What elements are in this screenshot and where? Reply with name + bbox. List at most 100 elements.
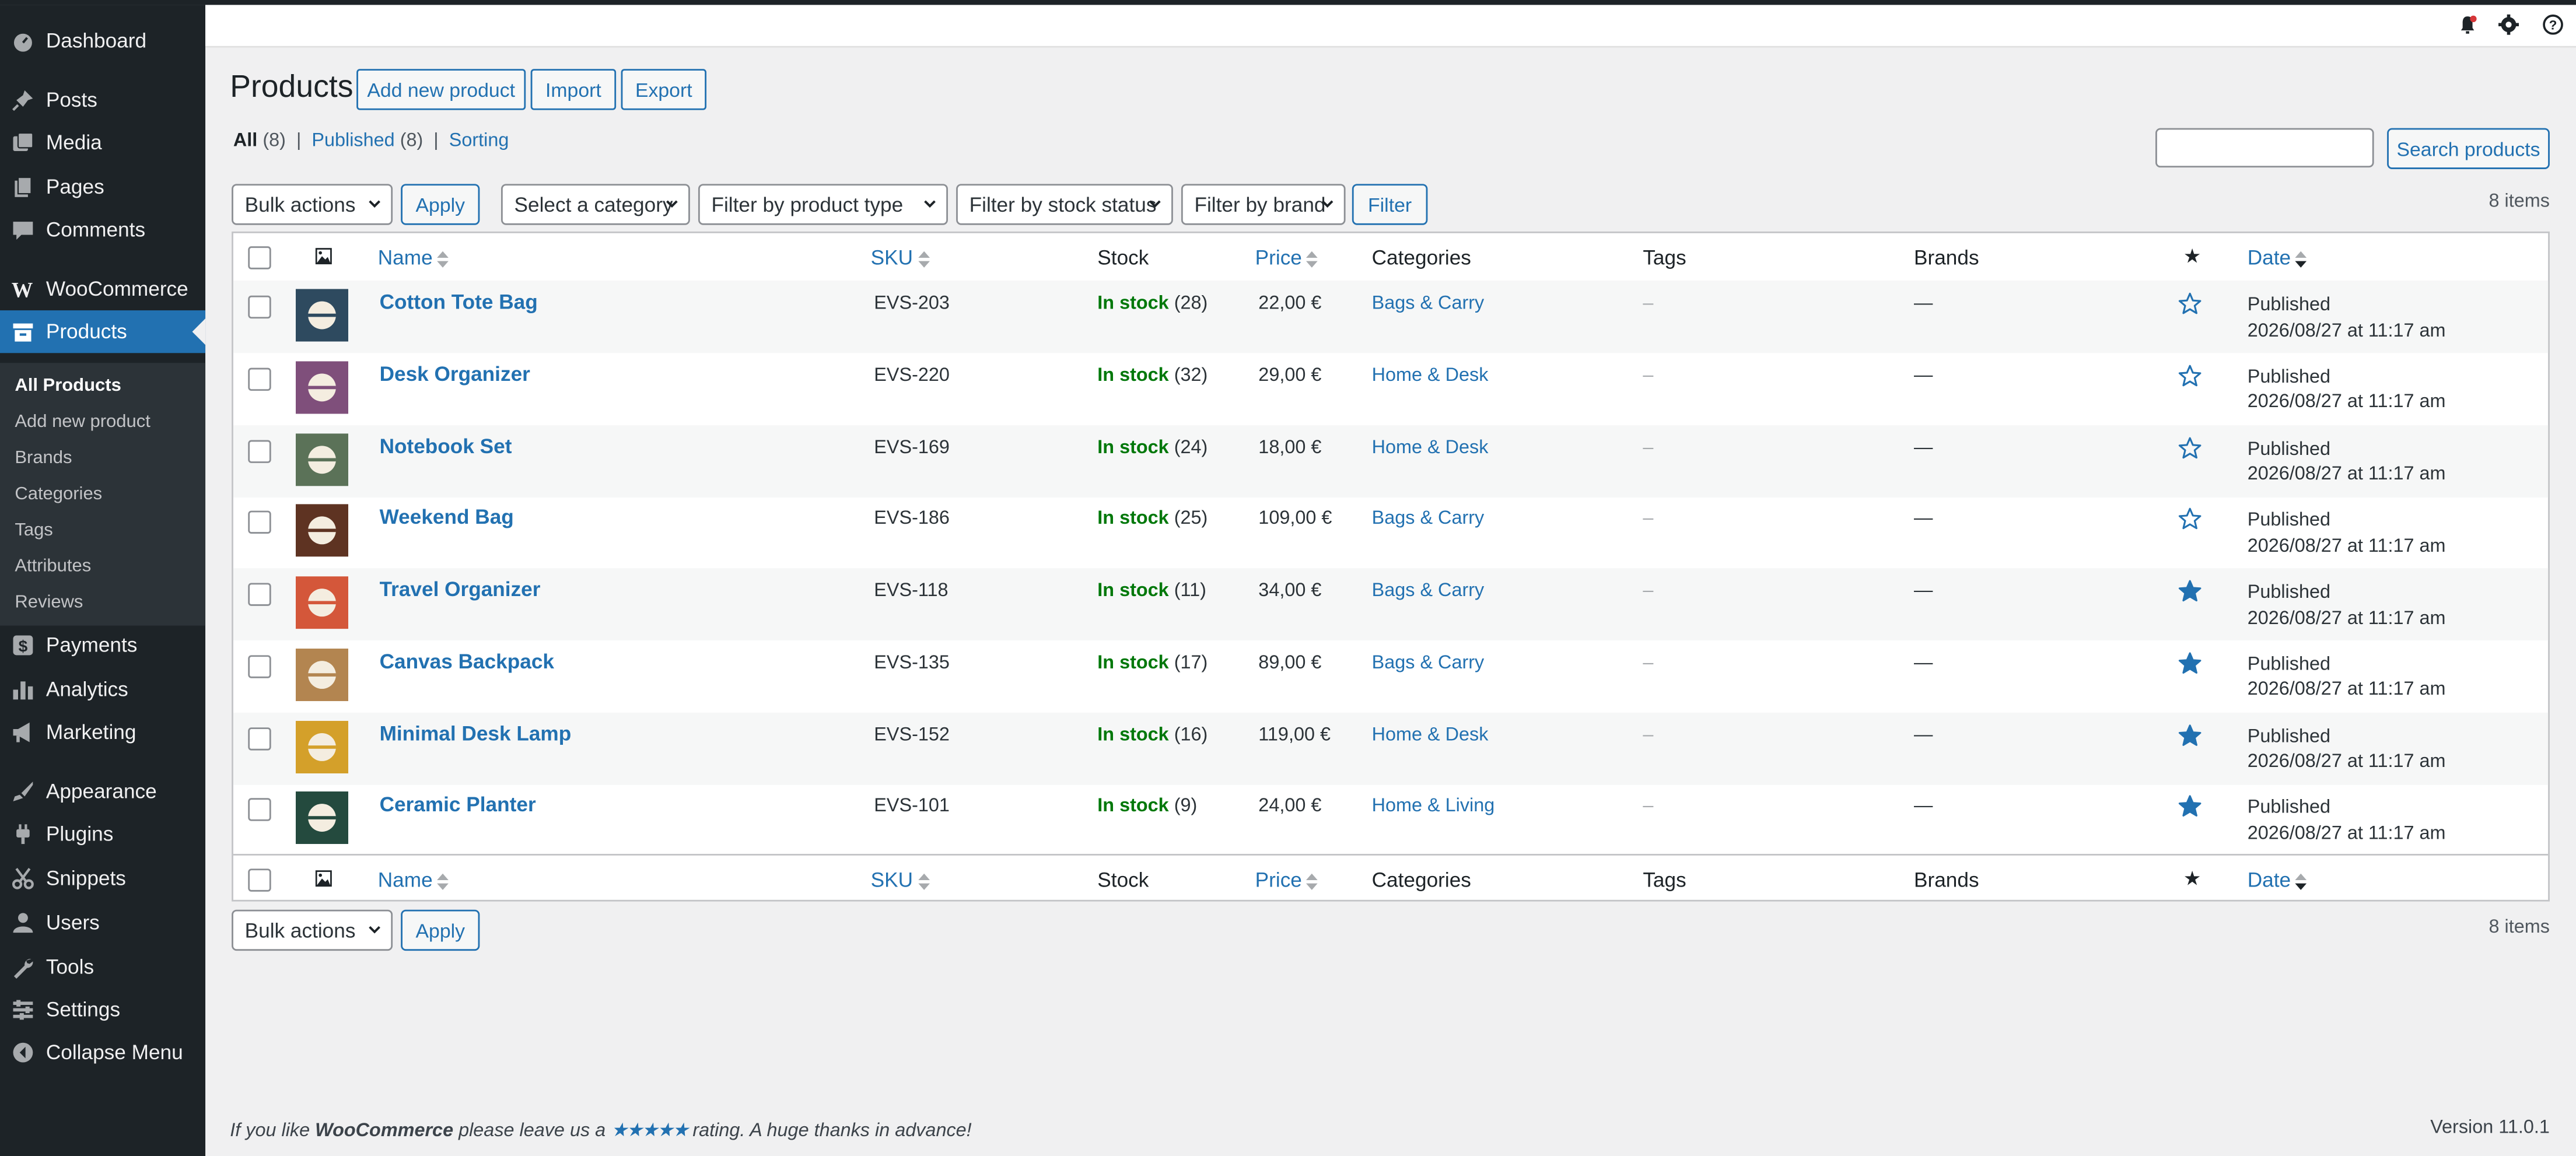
submenu-item-categories[interactable]: Categories — [15, 485, 102, 505]
sidebar-item-posts[interactable]: Posts — [0, 79, 205, 121]
settings-icon — [12, 999, 34, 1021]
sidebar-item-products[interactable]: Products — [0, 310, 206, 353]
submenu-item-brands[interactable]: Brands — [15, 449, 72, 468]
add-new-product-button[interactable]: Add new product — [356, 69, 526, 110]
sidebar-item-plugins[interactable]: Plugins — [0, 813, 205, 856]
product-category-link[interactable]: Home & Living — [1372, 797, 1495, 817]
select-all-checkbox[interactable] — [248, 246, 271, 269]
featured-star-icon[interactable] — [2178, 364, 2202, 387]
sidebar-item-marketing[interactable]: Marketing — [0, 711, 205, 754]
submenu-item-reviews[interactable]: Reviews — [15, 593, 83, 612]
help-icon[interactable]: ? — [2542, 13, 2564, 36]
product-stock: In stock (9) — [1097, 797, 1198, 817]
featured-star-icon[interactable] — [2178, 436, 2202, 458]
featured-star-icon[interactable] — [2178, 651, 2202, 674]
product-category-link[interactable]: Home & Desk — [1372, 725, 1489, 745]
product-name-link[interactable]: Desk Organizer — [380, 362, 530, 385]
image-column-icon — [315, 248, 332, 265]
submenu-item-all-products[interactable]: All Products — [15, 376, 121, 396]
product-name-link[interactable]: Canvas Backpack — [380, 650, 554, 672]
row-checkbox[interactable] — [248, 511, 271, 534]
bulk-actions-select-bottom[interactable]: Bulk actions — [232, 909, 393, 951]
sidebar-item-tools[interactable]: Tools — [0, 946, 205, 989]
apply-button-bottom[interactable]: Apply — [401, 909, 480, 951]
category-select[interactable]: Select a category — [501, 184, 690, 225]
featured-star-icon[interactable] — [2178, 508, 2202, 531]
sidebar-item-collapse-menu[interactable]: Collapse Menu — [0, 1031, 205, 1074]
select-all-checkbox[interactable] — [248, 868, 271, 892]
product-thumbnail[interactable] — [295, 648, 349, 701]
sidebar-item-media[interactable]: Media — [0, 121, 205, 164]
notification-icon[interactable] — [2456, 13, 2479, 36]
product-name-link[interactable]: Minimal Desk Lamp — [380, 721, 572, 744]
product-thumbnail[interactable] — [295, 576, 349, 629]
search-input[interactable] — [2155, 128, 2374, 168]
product-name-link[interactable]: Cotton Tote Bag — [380, 290, 538, 313]
product-category-link[interactable]: Home & Desk — [1372, 366, 1489, 386]
header-col-name[interactable]: Name — [378, 246, 449, 269]
bulk-actions-select[interactable]: Bulk actions — [232, 184, 393, 225]
product-name-link[interactable]: Weekend Bag — [380, 506, 514, 529]
sidebar-item-snippets[interactable]: Snippets — [0, 857, 205, 900]
row-checkbox[interactable] — [248, 295, 271, 319]
view-sorting[interactable]: Sorting — [449, 131, 509, 151]
row-checkbox[interactable] — [248, 367, 271, 391]
sidebar-item-settings[interactable]: Settings — [0, 989, 205, 1031]
apply-button[interactable]: Apply — [401, 184, 480, 225]
featured-star-icon[interactable] — [2178, 580, 2202, 602]
product-thumbnail[interactable] — [295, 720, 349, 773]
sidebar-item-payments[interactable]: $ Payments — [0, 624, 205, 667]
row-checkbox[interactable] — [248, 439, 271, 463]
product-thumbnail[interactable] — [295, 505, 349, 558]
featured-star-icon[interactable] — [2178, 292, 2202, 315]
product-category-link[interactable]: Bags & Carry — [1372, 509, 1485, 529]
sidebar-item-dashboard[interactable]: Dashboard — [0, 20, 205, 62]
footer-col-name[interactable]: Name — [378, 868, 449, 892]
product-thumbnail[interactable] — [295, 791, 349, 845]
row-checkbox[interactable] — [248, 798, 271, 822]
product-thumbnail[interactable] — [295, 432, 349, 485]
header-col-date[interactable]: Date — [2248, 246, 2308, 269]
product-category-link[interactable]: Bags & Carry — [1372, 653, 1485, 673]
submenu-item-attributes[interactable]: Attributes — [15, 556, 91, 576]
rating-stars-link[interactable]: ★★★★★ — [611, 1122, 689, 1141]
product-category-link[interactable]: Bags & Carry — [1372, 581, 1485, 601]
product-name-link[interactable]: Ceramic Planter — [380, 794, 536, 817]
row-checkbox[interactable] — [248, 726, 271, 750]
export-button[interactable]: Export — [621, 69, 707, 110]
filter-button[interactable]: Filter — [1352, 184, 1428, 225]
featured-star-icon[interactable] — [2178, 723, 2202, 746]
submenu-item-add-new-product[interactable]: Add new product — [15, 412, 150, 432]
sidebar-item-analytics[interactable]: Analytics — [0, 668, 205, 711]
product-category-link[interactable]: Bags & Carry — [1372, 294, 1485, 314]
product-name-link[interactable]: Notebook Set — [380, 435, 512, 457]
header-col-sku[interactable]: SKU — [871, 246, 930, 269]
product-name-link[interactable]: Travel Organizer — [380, 578, 541, 601]
submenu-item-tags[interactable]: Tags — [15, 520, 52, 540]
sidebar-item-comments[interactable]: Comments — [0, 209, 205, 251]
view-published[interactable]: Published (8) — [312, 131, 423, 151]
stock-status-select[interactable]: Filter by stock status — [956, 184, 1173, 225]
header-col-price[interactable]: Price — [1255, 246, 1319, 269]
sidebar-item-pages[interactable]: Pages — [0, 166, 205, 208]
row-checkbox[interactable] — [248, 654, 271, 678]
gear-icon[interactable] — [2497, 13, 2520, 36]
footer-col-price[interactable]: Price — [1255, 868, 1319, 892]
item-count-bottom: 8 items — [2488, 917, 2550, 938]
import-button[interactable]: Import — [530, 69, 617, 110]
sidebar-item-users[interactable]: Users — [0, 902, 205, 944]
footer-col-date[interactable]: Date — [2248, 868, 2308, 892]
sidebar-item-appearance[interactable]: Appearance — [0, 770, 205, 812]
product-date: Published 2026/08/27 at 11:17 am — [2247, 511, 2446, 556]
featured-star-icon[interactable] — [2178, 795, 2202, 818]
search-products-button[interactable]: Search products — [2387, 128, 2550, 169]
sidebar-item-woocommerce[interactable]: W WooCommerce — [0, 268, 205, 310]
product-category-link[interactable]: Home & Desk — [1372, 437, 1489, 457]
view-all[interactable]: All (8) — [233, 131, 286, 151]
product-type-select[interactable]: Filter by product type — [698, 184, 949, 225]
footer-col-sku[interactable]: SKU — [871, 868, 930, 892]
product-thumbnail[interactable] — [295, 289, 349, 342]
product-thumbnail[interactable] — [295, 360, 349, 414]
brand-select[interactable]: Filter by brand — [1181, 184, 1346, 225]
row-checkbox[interactable] — [248, 583, 271, 606]
